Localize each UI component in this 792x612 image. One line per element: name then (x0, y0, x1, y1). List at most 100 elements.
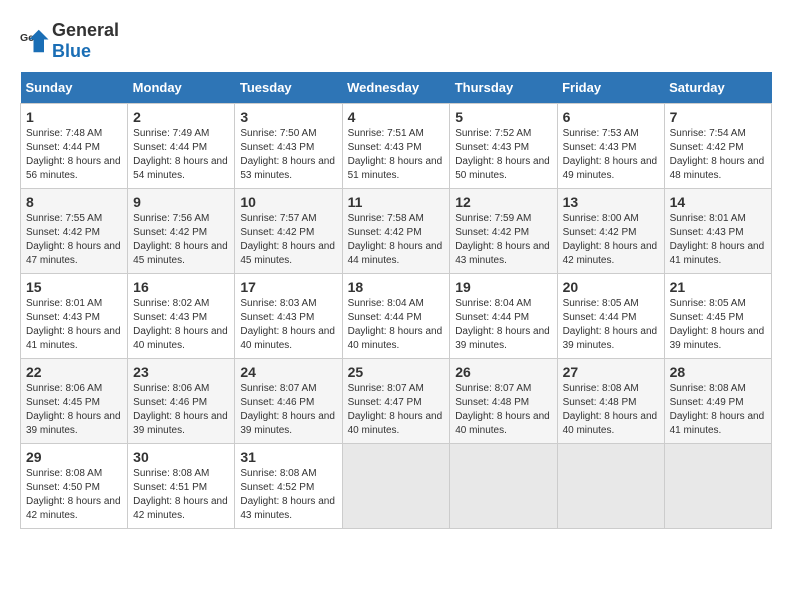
day-number: 17 (240, 279, 336, 295)
day-header-monday: Monday (128, 72, 235, 104)
table-row: 6Sunrise: 7:53 AMSunset: 4:43 PMDaylight… (557, 104, 664, 189)
day-number: 29 (26, 449, 122, 465)
table-row: 16 Sunrise: 8:02 AMSunset: 4:43 PMDayligh… (128, 274, 235, 359)
day-header-sunday: Sunday (21, 72, 128, 104)
table-row: 21Sunrise: 8:05 AMSunset: 4:45 PMDayligh… (664, 274, 771, 359)
table-row: 23Sunrise: 8:06 AMSunset: 4:46 PMDayligh… (128, 359, 235, 444)
day-info: Sunrise: 8:08 AMSunset: 4:51 PMDaylight:… (133, 468, 228, 521)
day-number: 27 (563, 364, 659, 380)
table-row: 14 Sunrise: 8:01 AMSunset: 4:43 PMDayligh… (664, 189, 771, 274)
day-info: Sunrise: 8:04 AMSunset: 4:44 PMDaylight:… (348, 298, 443, 351)
logo-icon: Gen (20, 26, 50, 56)
table-row: 24 Sunrise: 8:07 AMSunset: 4:46 PMDayligh… (235, 359, 342, 444)
day-number: 7 (670, 109, 766, 125)
day-info: Sunrise: 8:02 AMSunset: 4:43 PMDaylight:… (133, 298, 228, 351)
day-header-thursday: Thursday (450, 72, 557, 104)
table-row: 31 Sunrise: 8:08 AMSunset: 4:52 PMDayligh… (235, 444, 342, 529)
day-number: 18 (348, 279, 445, 295)
day-info: Sunrise: 7:57 AMSunset: 4:42 PMDaylight:… (240, 213, 335, 266)
logo-text: General (52, 20, 119, 40)
day-info: Sunrise: 7:51 AMSunset: 4:43 PMDaylight:… (348, 128, 443, 181)
table-row: 13 Sunrise: 8:00 AMSunset: 4:42 PMDayligh… (557, 189, 664, 274)
day-info: Sunrise: 8:00 AMSunset: 4:42 PMDaylight:… (563, 213, 658, 266)
calendar-week-5: 29 Sunrise: 8:08 AMSunset: 4:50 PMDayligh… (21, 444, 772, 529)
table-row: 17 Sunrise: 8:03 AMSunset: 4:43 PMDayligh… (235, 274, 342, 359)
day-number: 30 (133, 449, 229, 465)
day-number: 20 (563, 279, 659, 295)
day-number: 5 (455, 109, 551, 125)
day-info: Sunrise: 7:52 AMSunset: 4:43 PMDaylight:… (455, 128, 550, 181)
day-number: 1 (26, 109, 122, 125)
day-number: 4 (348, 109, 445, 125)
table-row: 7 Sunrise: 7:54 AMSunset: 4:42 PMDaylight… (664, 104, 771, 189)
day-info: Sunrise: 8:08 AMSunset: 4:48 PMDaylight:… (563, 383, 658, 436)
table-row: 22 Sunrise: 8:06 AMSunset: 4:45 PMDayligh… (21, 359, 128, 444)
day-number: 10 (240, 194, 336, 210)
day-info: Sunrise: 8:05 AMSunset: 4:45 PMDaylight:… (670, 298, 765, 351)
day-number: 31 (240, 449, 336, 465)
logo: Gen General Blue (20, 20, 119, 62)
day-info: Sunrise: 7:55 AMSunset: 4:42 PMDaylight:… (26, 213, 121, 266)
day-number: 25 (348, 364, 445, 380)
calendar: SundayMondayTuesdayWednesdayThursdayFrid… (20, 72, 772, 529)
table-row: 10 Sunrise: 7:57 AMSunset: 4:42 PMDayligh… (235, 189, 342, 274)
day-info: Sunrise: 7:49 AMSunset: 4:44 PMDaylight:… (133, 128, 228, 181)
day-info: Sunrise: 7:56 AMSunset: 4:42 PMDaylight:… (133, 213, 228, 266)
day-info: Sunrise: 7:48 AMSunset: 4:44 PMDaylight:… (26, 128, 121, 181)
day-info: Sunrise: 8:08 AMSunset: 4:50 PMDaylight:… (26, 468, 121, 521)
logo-blue-text: Blue (52, 41, 91, 61)
day-number: 2 (133, 109, 229, 125)
day-info: Sunrise: 8:06 AMSunset: 4:45 PMDaylight:… (26, 383, 121, 436)
day-number: 13 (563, 194, 659, 210)
table-row: 2 Sunrise: 7:49 AMSunset: 4:44 PMDaylight… (128, 104, 235, 189)
header: Gen General Blue (20, 20, 772, 62)
day-info: Sunrise: 7:50 AMSunset: 4:43 PMDaylight:… (240, 128, 335, 181)
day-info: Sunrise: 8:08 AMSunset: 4:52 PMDaylight:… (240, 468, 335, 521)
table-row: 4 Sunrise: 7:51 AMSunset: 4:43 PMDaylight… (342, 104, 450, 189)
calendar-week-3: 15Sunrise: 8:01 AMSunset: 4:43 PMDayligh… (21, 274, 772, 359)
day-number: 9 (133, 194, 229, 210)
day-info: Sunrise: 8:07 AMSunset: 4:46 PMDaylight:… (240, 383, 335, 436)
day-number: 24 (240, 364, 336, 380)
table-row: 19 Sunrise: 8:04 AMSunset: 4:44 PMDayligh… (450, 274, 557, 359)
day-info: Sunrise: 7:59 AMSunset: 4:42 PMDaylight:… (455, 213, 550, 266)
calendar-week-4: 22 Sunrise: 8:06 AMSunset: 4:45 PMDayligh… (21, 359, 772, 444)
day-number: 12 (455, 194, 551, 210)
table-row: 8Sunrise: 7:55 AMSunset: 4:42 PMDaylight… (21, 189, 128, 274)
table-row: 18 Sunrise: 8:04 AMSunset: 4:44 PMDayligh… (342, 274, 450, 359)
day-number: 28 (670, 364, 766, 380)
day-info: Sunrise: 8:05 AMSunset: 4:44 PMDaylight:… (563, 298, 658, 351)
table-row (342, 444, 450, 529)
day-number: 19 (455, 279, 551, 295)
calendar-week-1: 1 Sunrise: 7:48 AMSunset: 4:44 PMDaylight… (21, 104, 772, 189)
day-number: 14 (670, 194, 766, 210)
day-info: Sunrise: 8:01 AMSunset: 4:43 PMDaylight:… (26, 298, 121, 351)
day-header-saturday: Saturday (664, 72, 771, 104)
table-row: 3 Sunrise: 7:50 AMSunset: 4:43 PMDaylight… (235, 104, 342, 189)
day-number: 26 (455, 364, 551, 380)
day-info: Sunrise: 8:04 AMSunset: 4:44 PMDaylight:… (455, 298, 550, 351)
table-row: 30 Sunrise: 8:08 AMSunset: 4:51 PMDayligh… (128, 444, 235, 529)
table-row: 9 Sunrise: 7:56 AMSunset: 4:42 PMDaylight… (128, 189, 235, 274)
table-row: 25 Sunrise: 8:07 AMSunset: 4:47 PMDayligh… (342, 359, 450, 444)
day-info: Sunrise: 7:53 AMSunset: 4:43 PMDaylight:… (563, 128, 658, 181)
day-info: Sunrise: 8:07 AMSunset: 4:47 PMDaylight:… (348, 383, 443, 436)
day-number: 22 (26, 364, 122, 380)
table-row: 20 Sunrise: 8:05 AMSunset: 4:44 PMDayligh… (557, 274, 664, 359)
day-info: Sunrise: 8:03 AMSunset: 4:43 PMDaylight:… (240, 298, 335, 351)
day-info: Sunrise: 7:58 AMSunset: 4:42 PMDaylight:… (348, 213, 443, 266)
day-info: Sunrise: 7:54 AMSunset: 4:42 PMDaylight:… (670, 128, 765, 181)
day-number: 16 (133, 279, 229, 295)
day-info: Sunrise: 8:08 AMSunset: 4:49 PMDaylight:… (670, 383, 765, 436)
day-number: 3 (240, 109, 336, 125)
table-row (450, 444, 557, 529)
table-row: 5 Sunrise: 7:52 AMSunset: 4:43 PMDaylight… (450, 104, 557, 189)
day-header-wednesday: Wednesday (342, 72, 450, 104)
day-info: Sunrise: 8:01 AMSunset: 4:43 PMDaylight:… (670, 213, 765, 266)
calendar-week-2: 8Sunrise: 7:55 AMSunset: 4:42 PMDaylight… (21, 189, 772, 274)
day-number: 11 (348, 194, 445, 210)
table-row: 1 Sunrise: 7:48 AMSunset: 4:44 PMDaylight… (21, 104, 128, 189)
table-row: 12 Sunrise: 7:59 AMSunset: 4:42 PMDayligh… (450, 189, 557, 274)
day-header-friday: Friday (557, 72, 664, 104)
table-row: 28 Sunrise: 8:08 AMSunset: 4:49 PMDayligh… (664, 359, 771, 444)
